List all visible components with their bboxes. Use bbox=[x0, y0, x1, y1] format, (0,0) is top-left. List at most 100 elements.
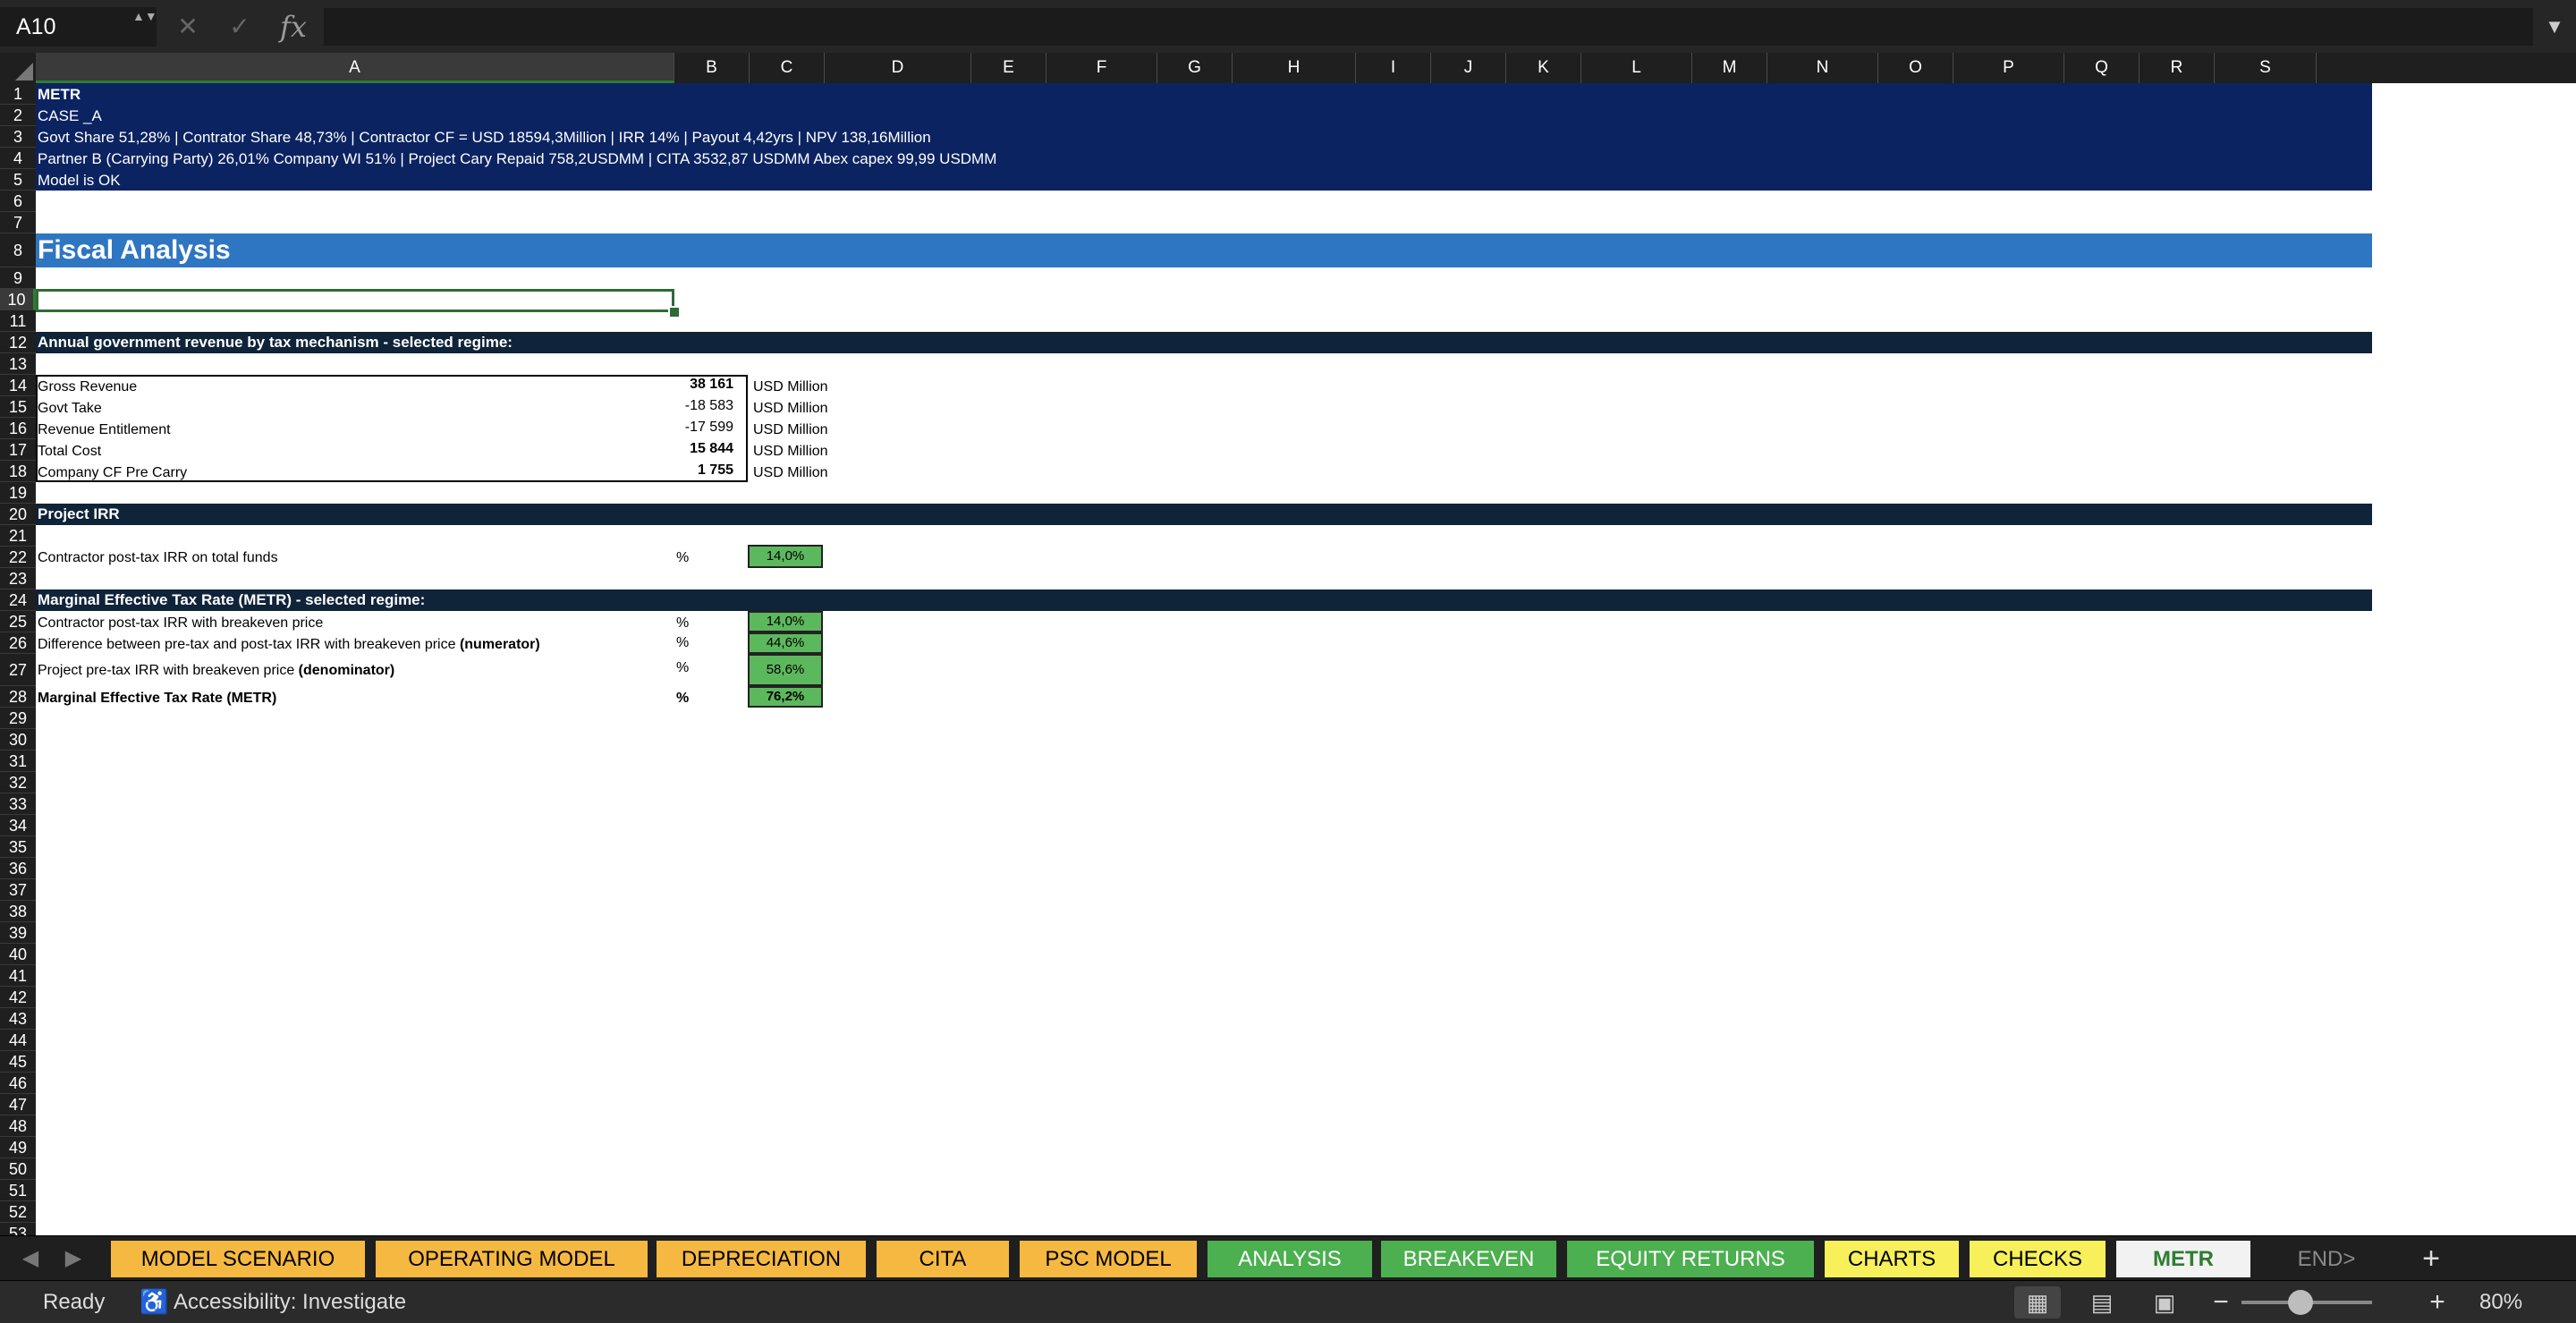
gross-revenue-label[interactable]: Gross Revenue bbox=[38, 379, 137, 395]
row-header-19[interactable]: 19 bbox=[0, 482, 36, 504]
row-header-13[interactable]: 13 bbox=[0, 353, 36, 375]
total-cost-label[interactable]: Total Cost bbox=[38, 444, 101, 460]
row-header-31[interactable]: 31 bbox=[0, 751, 36, 772]
column-header-s[interactable]: S bbox=[2215, 53, 2317, 83]
total-cost-value[interactable]: 15 844 bbox=[664, 441, 733, 457]
page-layout-view-icon[interactable]: ▤ bbox=[2079, 1286, 2125, 1319]
share-summary-cell[interactable]: Govt Share 51,28% | Contrator Share 48,7… bbox=[38, 129, 931, 147]
column-header-c[interactable]: C bbox=[750, 53, 825, 83]
cell-area[interactable]: METR CASE _A Govt Share 51,28% | Contrat… bbox=[36, 83, 2576, 1235]
tab-cita[interactable]: CITA bbox=[877, 1241, 1009, 1277]
column-header-b[interactable]: B bbox=[674, 53, 750, 83]
row-header-15[interactable]: 15 bbox=[0, 396, 36, 418]
row-header-46[interactable]: 46 bbox=[0, 1073, 36, 1094]
metr-row25-value[interactable]: 14,0% bbox=[748, 611, 823, 632]
name-box-stepper-icon[interactable]: ▲▼ bbox=[132, 7, 157, 47]
row-header-16[interactable]: 16 bbox=[0, 418, 36, 439]
fiscal-analysis-title[interactable]: Fiscal Analysis bbox=[38, 235, 231, 266]
row-header-48[interactable]: 48 bbox=[0, 1115, 36, 1137]
tab-operating-model[interactable]: OPERATING MODEL bbox=[376, 1241, 648, 1277]
active-cell-a10[interactable] bbox=[36, 289, 674, 312]
gross-revenue-unit[interactable]: USD Million bbox=[753, 379, 828, 395]
metr-section-title[interactable]: Marginal Effective Tax Rate (METR) - sel… bbox=[38, 591, 425, 609]
row-header-30[interactable]: 30 bbox=[0, 729, 36, 751]
row-header-53[interactable]: 53 bbox=[0, 1223, 36, 1235]
contractor-irr-value[interactable]: 14,0% bbox=[748, 545, 823, 568]
govt-take-value[interactable]: -18 583 bbox=[664, 398, 733, 414]
metr-result-unit[interactable]: % bbox=[676, 691, 689, 707]
column-header-p[interactable]: P bbox=[1953, 53, 2064, 83]
govt-take-label[interactable]: Govt Take bbox=[38, 401, 102, 417]
row-header-25[interactable]: 25 bbox=[0, 611, 36, 632]
column-header-d[interactable]: D bbox=[825, 53, 971, 83]
expand-formula-icon[interactable]: ▼ bbox=[2538, 9, 2571, 45]
row-header-43[interactable]: 43 bbox=[0, 1008, 36, 1030]
column-header-k[interactable]: K bbox=[1506, 53, 1581, 83]
metr-row27-label[interactable]: Project pre-tax IRR with breakeven price… bbox=[38, 663, 394, 679]
tab-equity-returns[interactable]: EQUITY RETURNS bbox=[1567, 1241, 1814, 1277]
column-header-o[interactable]: O bbox=[1878, 53, 1953, 83]
column-header-r[interactable]: R bbox=[2140, 53, 2215, 83]
select-all-button[interactable] bbox=[0, 53, 37, 84]
row-header-18[interactable]: 18 bbox=[0, 461, 36, 482]
gross-revenue-value[interactable]: 38 161 bbox=[664, 377, 733, 393]
row-header-49[interactable]: 49 bbox=[0, 1137, 36, 1158]
row-header-21[interactable]: 21 bbox=[0, 525, 36, 547]
total-cost-unit[interactable]: USD Million bbox=[753, 444, 828, 460]
metr-row26-unit[interactable]: % bbox=[676, 635, 689, 651]
row-header-6[interactable]: 6 bbox=[0, 191, 36, 212]
model-status-cell[interactable]: Model is OK bbox=[38, 172, 121, 190]
govt-take-unit[interactable]: USD Million bbox=[753, 401, 828, 417]
accessibility-status[interactable]: Accessibility: Investigate bbox=[174, 1281, 406, 1323]
sheet-name-cell[interactable]: METR bbox=[38, 86, 80, 104]
column-header-g[interactable]: G bbox=[1157, 53, 1233, 83]
row-header-2[interactable]: 2 bbox=[0, 105, 36, 126]
contractor-irr-unit[interactable]: % bbox=[676, 550, 689, 566]
tab-depreciation[interactable]: DEPRECIATION bbox=[657, 1241, 866, 1277]
revenue-entitlement-label[interactable]: Revenue Entitlement bbox=[38, 422, 171, 438]
metr-result-value[interactable]: 76,2% bbox=[748, 686, 823, 708]
row-header-5[interactable]: 5 bbox=[0, 169, 36, 191]
company-cf-value[interactable]: 1 755 bbox=[664, 462, 733, 479]
row-header-45[interactable]: 45 bbox=[0, 1051, 36, 1073]
row-header-40[interactable]: 40 bbox=[0, 944, 36, 965]
column-header-a[interactable]: A bbox=[36, 53, 674, 83]
row-header-3[interactable]: 3 bbox=[0, 126, 36, 148]
row-header-36[interactable]: 36 bbox=[0, 858, 36, 879]
zoom-level[interactable]: 80% bbox=[2479, 1281, 2522, 1323]
metr-row26-label[interactable]: Difference between pre-tax and post-tax … bbox=[38, 637, 540, 653]
row-header-42[interactable]: 42 bbox=[0, 987, 36, 1008]
row-header-28[interactable]: 28 bbox=[0, 686, 36, 708]
column-header-h[interactable]: H bbox=[1233, 53, 1356, 83]
tab-metr[interactable]: METR bbox=[2116, 1241, 2250, 1277]
tab-checks[interactable]: CHECKS bbox=[1970, 1241, 2106, 1277]
confirm-icon[interactable]: ✓ bbox=[222, 9, 258, 45]
partner-summary-cell[interactable]: Partner B (Carrying Party) 26,01% Compan… bbox=[38, 150, 996, 168]
zoom-slider-thumb[interactable] bbox=[2287, 1290, 2313, 1315]
tab-charts[interactable]: CHARTS bbox=[1825, 1241, 1959, 1277]
row-header-44[interactable]: 44 bbox=[0, 1030, 36, 1051]
row-header-17[interactable]: 17 bbox=[0, 439, 36, 461]
row-header-23[interactable]: 23 bbox=[0, 568, 36, 589]
tab-model-scenario[interactable]: MODEL SCENARIO bbox=[111, 1241, 365, 1277]
metr-row27-unit[interactable]: % bbox=[676, 660, 689, 676]
column-header-l[interactable]: L bbox=[1581, 53, 1692, 83]
row-header-7[interactable]: 7 bbox=[0, 212, 36, 233]
tab-end[interactable]: END> bbox=[2259, 1241, 2394, 1277]
metr-row27-value[interactable]: 58,6% bbox=[748, 654, 823, 686]
fill-handle[interactable] bbox=[668, 306, 681, 318]
metr-row25-label[interactable]: Contractor post-tax IRR with breakeven p… bbox=[38, 615, 323, 632]
row-header-35[interactable]: 35 bbox=[0, 836, 36, 858]
normal-view-icon[interactable]: ▦ bbox=[2014, 1286, 2061, 1319]
company-cf-unit[interactable]: USD Million bbox=[753, 465, 828, 481]
column-header-i[interactable]: I bbox=[1356, 53, 1431, 83]
row-header-52[interactable]: 52 bbox=[0, 1201, 36, 1223]
revenue-entitlement-value[interactable]: -17 599 bbox=[664, 420, 733, 436]
column-header-e[interactable]: E bbox=[971, 53, 1046, 83]
row-header-9[interactable]: 9 bbox=[0, 267, 36, 289]
row-header-51[interactable]: 51 bbox=[0, 1180, 36, 1201]
project-irr-title[interactable]: Project IRR bbox=[38, 505, 120, 523]
metr-row26-value[interactable]: 44,6% bbox=[748, 632, 823, 654]
row-header-4[interactable]: 4 bbox=[0, 148, 36, 169]
column-header-f[interactable]: F bbox=[1046, 53, 1157, 83]
